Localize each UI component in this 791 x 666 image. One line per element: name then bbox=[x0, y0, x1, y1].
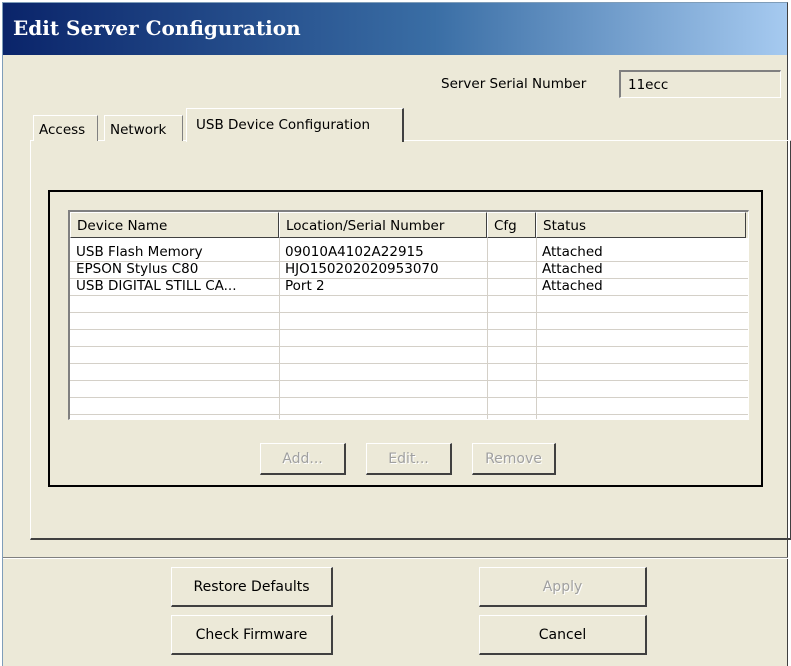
remove-device-button[interactable]: Remove bbox=[472, 443, 556, 475]
check-firmware-button[interactable]: Check Firmware bbox=[171, 615, 333, 655]
status-cell: Attached bbox=[542, 261, 603, 277]
column-header-status[interactable]: Status bbox=[536, 212, 746, 238]
location-cell: 09010A4102A22915 bbox=[285, 244, 424, 260]
cfg-cell bbox=[487, 244, 493, 261]
apply-button-label: Apply bbox=[542, 579, 583, 595]
add-device-button[interactable]: Add... bbox=[260, 443, 346, 475]
grid-line bbox=[70, 346, 748, 347]
grid-line bbox=[70, 329, 748, 330]
cancel-button[interactable]: Cancel bbox=[479, 615, 647, 655]
cfg-cell bbox=[487, 278, 493, 295]
grid-line bbox=[70, 397, 748, 398]
column-header-cfg[interactable]: Cfg bbox=[487, 212, 536, 238]
title-bar[interactable]: Edit Server Configuration bbox=[3, 3, 787, 55]
grid-line bbox=[70, 380, 748, 381]
add-device-button-label: Add... bbox=[282, 451, 323, 467]
location-cell: HJO150202020953070 bbox=[285, 261, 439, 277]
remove-device-button-label: Remove bbox=[485, 451, 542, 467]
grid-line bbox=[70, 363, 748, 364]
footer-separator bbox=[3, 557, 788, 559]
server-serial-number-label: Server Serial Number bbox=[441, 76, 587, 92]
device-name-cell: USB DIGITAL STILL CA... bbox=[76, 278, 237, 294]
grid-line bbox=[70, 414, 748, 415]
device-list-header: Device Name Location/Serial Number Cfg S… bbox=[70, 212, 748, 238]
edit-device-button[interactable]: Edit... bbox=[366, 443, 452, 475]
tab-access[interactable]: Access bbox=[33, 115, 98, 141]
grid-line bbox=[70, 312, 748, 313]
column-header-location-serial-number[interactable]: Location/Serial Number bbox=[279, 212, 487, 238]
table-row[interactable]: EPSON Stylus C80 HJO150202020953070 Atta… bbox=[70, 261, 748, 278]
location-cell: Port 2 bbox=[285, 278, 325, 294]
status-cell: Attached bbox=[542, 244, 603, 260]
device-list[interactable]: Device Name Location/Serial Number Cfg S… bbox=[68, 210, 749, 420]
table-row[interactable]: USB DIGITAL STILL CA... Port 2 Attached bbox=[70, 278, 748, 295]
device-name-cell: EPSON Stylus C80 bbox=[76, 261, 199, 277]
grid-line bbox=[70, 295, 748, 296]
server-serial-number-field: 11ecc bbox=[619, 70, 781, 98]
tab-network[interactable]: Network bbox=[104, 115, 183, 141]
status-cell: Attached bbox=[542, 278, 603, 294]
window-title: Edit Server Configuration bbox=[13, 16, 301, 40]
table-row[interactable]: USB Flash Memory 09010A4102A22915 Attach… bbox=[70, 244, 748, 261]
apply-button[interactable]: Apply bbox=[479, 567, 647, 607]
cfg-cell bbox=[487, 261, 493, 278]
edit-device-button-label: Edit... bbox=[388, 451, 429, 467]
column-header-device-name[interactable]: Device Name bbox=[70, 212, 279, 238]
restore-defaults-button[interactable]: Restore Defaults bbox=[171, 567, 333, 607]
tab-usb-device-configuration[interactable]: USB Device Configuration bbox=[186, 108, 404, 142]
device-name-cell: USB Flash Memory bbox=[76, 244, 203, 260]
